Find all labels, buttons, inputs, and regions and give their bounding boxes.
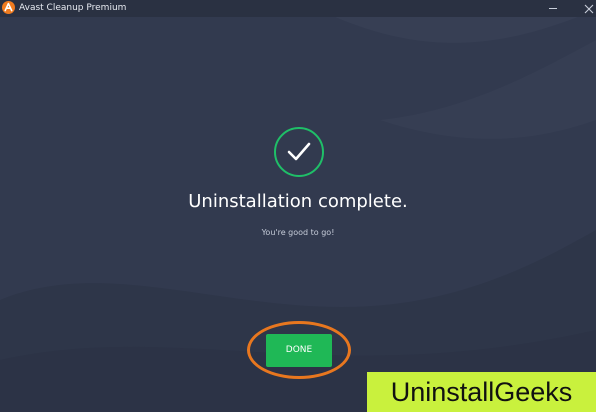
avast-logo-icon <box>2 1 15 14</box>
close-button[interactable] <box>582 0 596 17</box>
title-bar: Avast Cleanup Premium <box>0 0 596 17</box>
minimize-icon <box>549 8 557 9</box>
checkmark-circle-icon <box>274 127 324 177</box>
window-title: Avast Cleanup Premium <box>19 3 127 13</box>
watermark-banner: UninstallGeeks <box>367 372 596 412</box>
minimize-button[interactable] <box>542 0 564 17</box>
uninstaller-window: Avast Cleanup Premium Uninstallation com… <box>0 0 596 412</box>
completion-subtext: You're good to go! <box>261 228 335 237</box>
close-icon <box>584 4 594 14</box>
completion-heading: Uninstallation complete. <box>188 191 408 212</box>
done-button[interactable]: DONE <box>266 334 332 367</box>
